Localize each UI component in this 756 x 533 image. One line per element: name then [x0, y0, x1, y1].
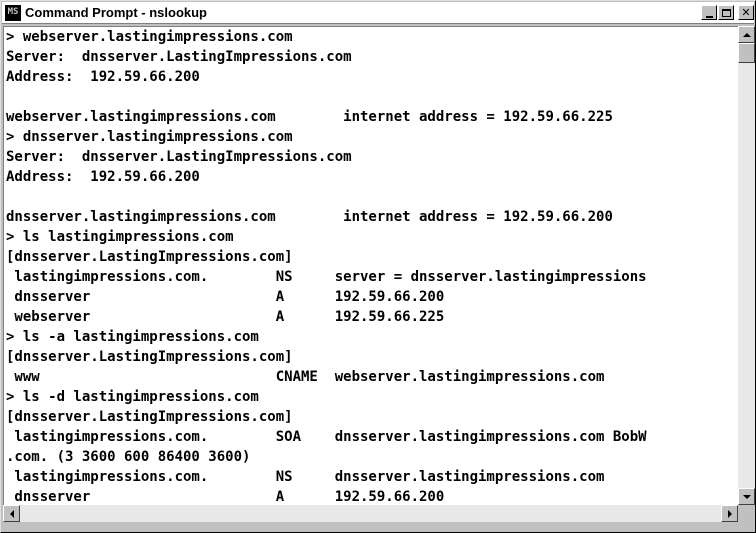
console-line: dnsserver A 192.59.66.200 [6, 489, 445, 505]
size-grip[interactable] [738, 505, 755, 522]
console-line: lastingimpressions.com. SOA dnsserver.la… [6, 429, 647, 445]
console-line: > ls lastingimpressions.com [6, 229, 234, 245]
maximize-button[interactable] [718, 5, 734, 20]
console-line: > webserver.lastingimpressions.com [6, 29, 293, 45]
console-line: webserver.lastingimpressions.com interne… [6, 109, 613, 125]
console-line: [dnsserver.LastingImpressions.com] [6, 349, 293, 365]
close-icon: ✕ [741, 6, 751, 19]
console-line: > ls -a lastingimpressions.com [6, 329, 259, 345]
vertical-scrollbar[interactable] [738, 26, 755, 505]
console-line: dnsserver.lastingimpressions.com interne… [6, 209, 613, 225]
scroll-up-button[interactable] [738, 26, 755, 43]
console-line: Address: 192.59.66.200 [6, 69, 200, 85]
console-text: > webserver.lastingimpressions.com Server… [4, 27, 738, 505]
console-line: www CNAME webserver.lastingimpressions.c… [6, 369, 605, 385]
console-line: Server: dnsserver.LastingImpressions.com [6, 49, 352, 65]
console-line: lastingimpressions.com. NS dnsserver.las… [6, 469, 605, 485]
vertical-scroll-thumb[interactable] [738, 43, 755, 63]
minimize-icon [705, 15, 713, 18]
command-prompt-icon[interactable]: MS [5, 4, 21, 21]
scroll-down-button[interactable] [738, 488, 755, 505]
console-output[interactable]: > webserver.lastingimpressions.com Server… [3, 26, 738, 505]
console-line: [dnsserver.LastingImpressions.com] [6, 249, 293, 265]
console-line: webserver A 192.59.66.225 [6, 309, 445, 325]
console-line: .com. (3 3600 600 86400 3600) [6, 449, 251, 465]
arrow-right-icon [727, 509, 732, 518]
title-bar[interactable]: MS Command Prompt - nslookup ✕ [2, 2, 754, 24]
command-prompt-window: MS Command Prompt - nslookup ✕ > webserv… [0, 0, 756, 533]
minimize-button[interactable] [701, 5, 717, 20]
console-line: Address: 192.59.66.200 [6, 169, 200, 185]
maximize-icon [721, 8, 731, 17]
scroll-left-button[interactable] [3, 505, 20, 522]
console-line: > dnsserver.lastingimpressions.com [6, 129, 293, 145]
arrow-down-icon [742, 494, 751, 499]
horizontal-scrollbar[interactable] [3, 505, 738, 522]
console-line: > ls -d lastingimpressions.com [6, 389, 259, 405]
console-line: [dnsserver.LastingImpressions.com] [6, 409, 293, 425]
close-button[interactable]: ✕ [738, 5, 754, 20]
scroll-right-button[interactable] [721, 505, 738, 522]
arrow-left-icon [9, 509, 14, 518]
arrow-up-icon [742, 32, 751, 37]
console-line: Server: dnsserver.LastingImpressions.com [6, 149, 352, 165]
console-line: dnsserver A 192.59.66.200 [6, 289, 445, 305]
window-title: Command Prompt - nslookup [25, 5, 207, 20]
console-line: lastingimpressions.com. NS server = dnss… [6, 269, 647, 285]
